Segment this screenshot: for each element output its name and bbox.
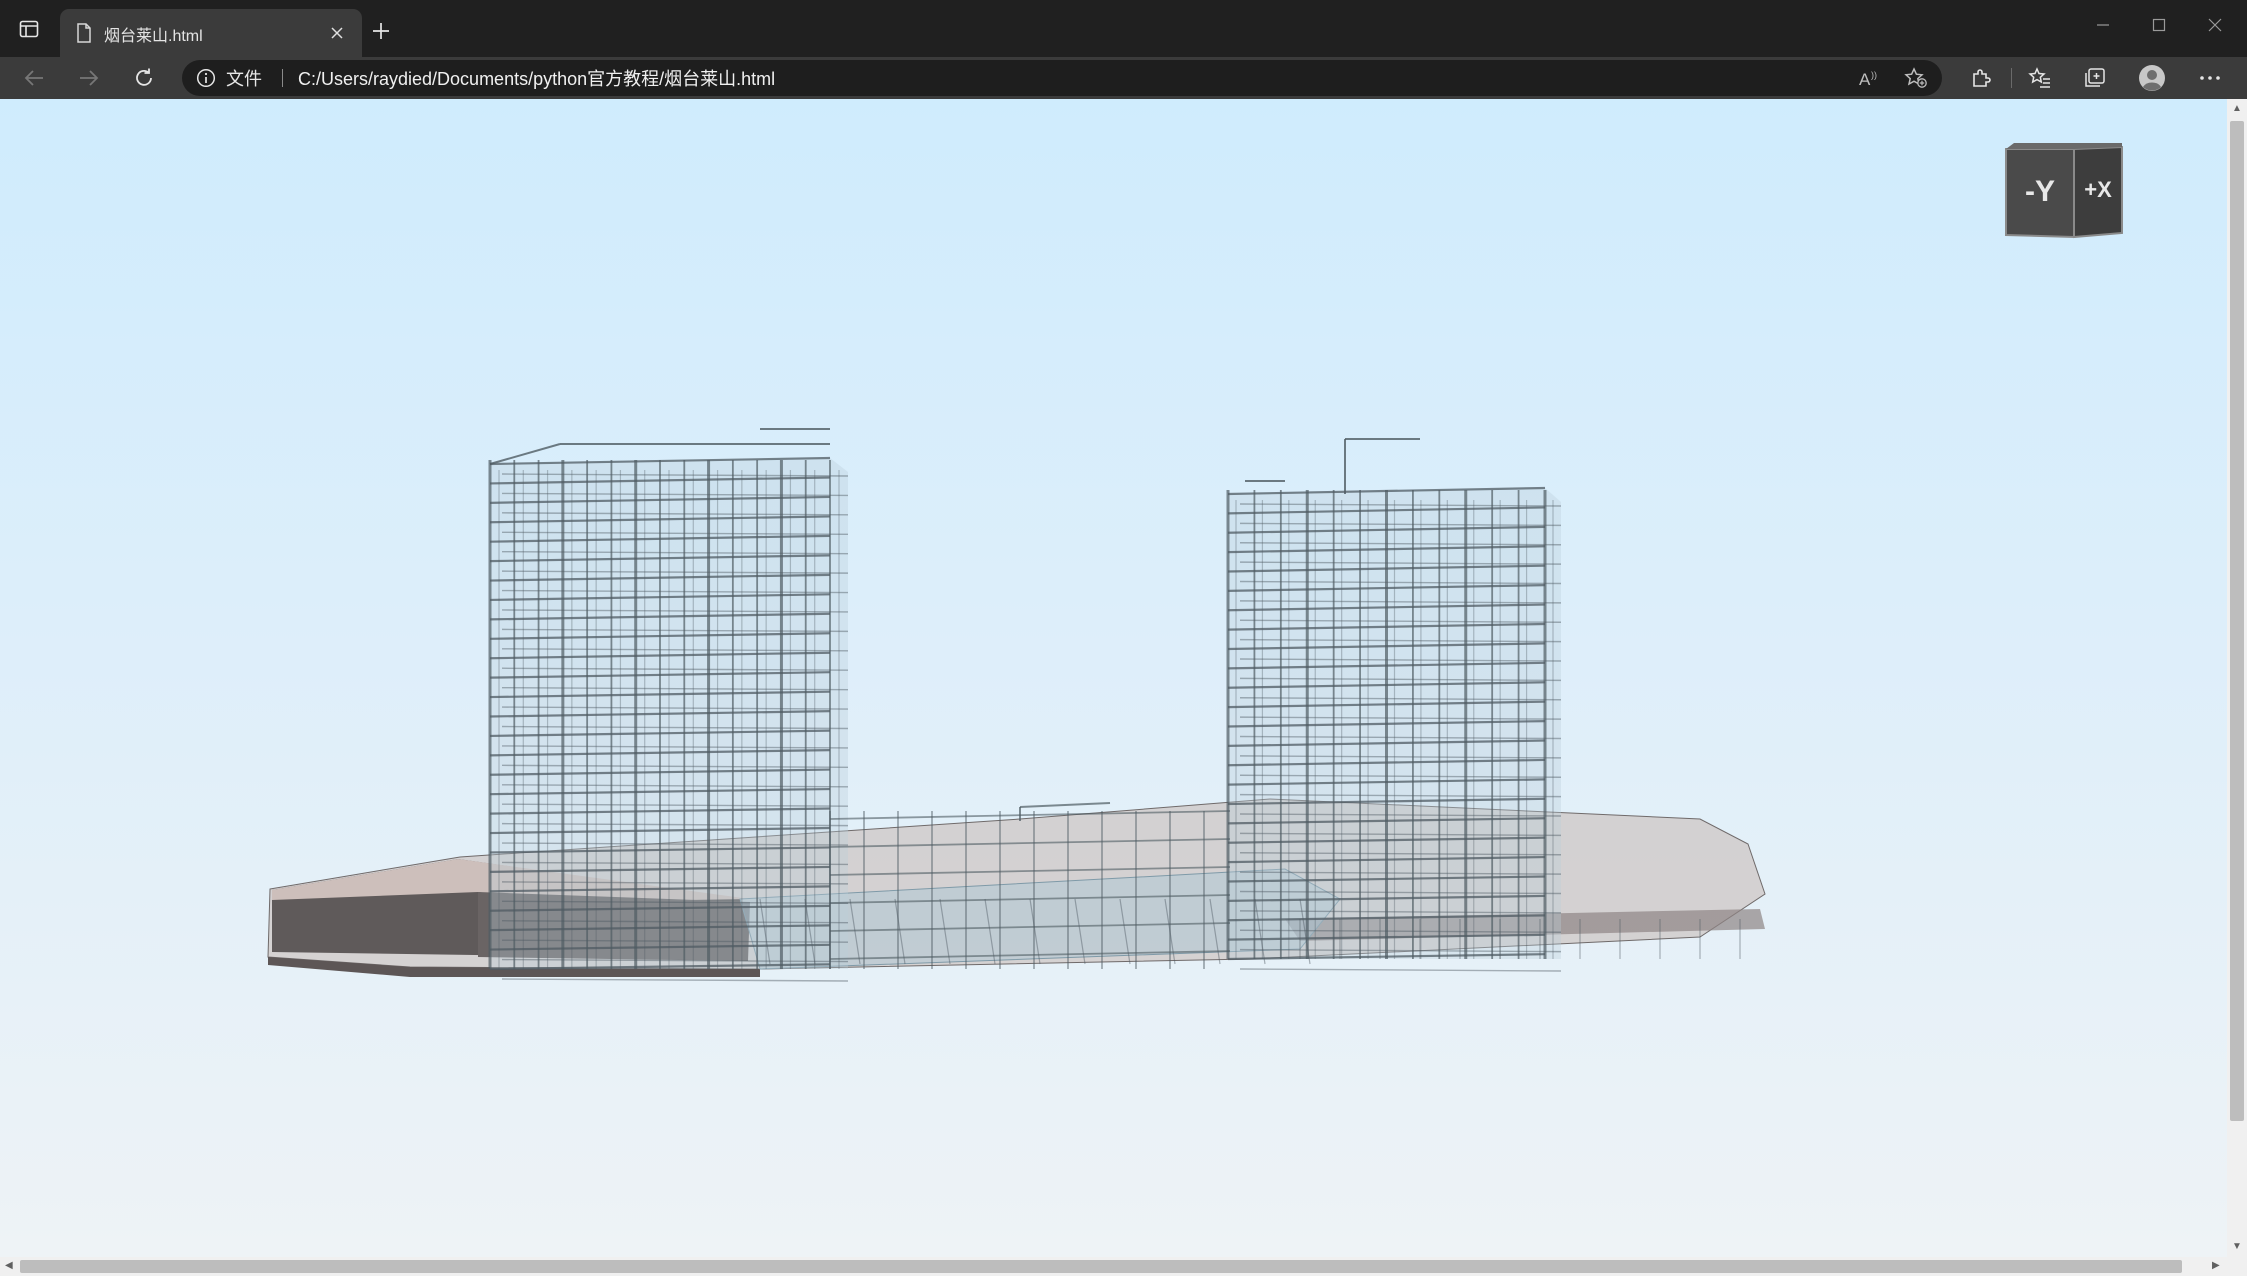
address-divider — [282, 69, 283, 87]
minimize-icon — [2097, 24, 2109, 26]
building-model[interactable] — [0, 99, 2227, 1257]
url-text[interactable]: C:/Users/raydied/Documents/python官方教程/烟台… — [298, 60, 775, 96]
view-cube-icon: -Y +X — [2005, 143, 2123, 239]
collections-button[interactable] — [2076, 60, 2114, 96]
extensions-button[interactable] — [1962, 60, 2000, 96]
star-add-icon — [1904, 67, 1927, 88]
close-window-button[interactable] — [2192, 10, 2238, 40]
tab-close-button[interactable] — [326, 22, 348, 44]
arrow-left-icon — [24, 70, 43, 86]
horizontal-scrollbar[interactable]: ◀ ▶ — [0, 1257, 2247, 1276]
collections-icon — [2085, 68, 2105, 87]
more-menu-button[interactable] — [2191, 60, 2229, 96]
horizontal-scroll-thumb[interactable] — [20, 1260, 2182, 1273]
toolbar-separator — [2011, 68, 2012, 88]
maximize-icon — [2152, 18, 2166, 32]
plus-icon — [373, 23, 389, 39]
maximize-button[interactable] — [2136, 10, 2182, 40]
vertical-scrollbar[interactable]: ▲ ▼ — [2227, 99, 2247, 1257]
vertical-scroll-thumb[interactable] — [2230, 121, 2244, 1121]
svg-text:)): )) — [1871, 70, 1877, 80]
close-icon — [2208, 18, 2222, 32]
profile-button[interactable] — [2133, 60, 2171, 96]
scroll-up-icon[interactable]: ▲ — [2232, 103, 2242, 114]
refresh-button[interactable] — [125, 60, 163, 96]
add-favorite-button[interactable] — [1900, 63, 1932, 93]
browser-toolbar: 文件 C:/Users/raydied/Documents/python官方教程… — [0, 57, 2247, 99]
svg-text:A: A — [1859, 70, 1871, 88]
page-icon — [77, 23, 91, 43]
site-label: 文件 — [226, 69, 262, 89]
scroll-left-icon[interactable]: ◀ — [5, 1260, 13, 1271]
forward-button[interactable] — [70, 60, 108, 96]
tab-actions-icon — [19, 20, 39, 38]
new-tab-button[interactable] — [366, 16, 396, 46]
back-button[interactable] — [15, 60, 53, 96]
minimize-button[interactable] — [2080, 10, 2126, 40]
model-viewport[interactable]: -Y +X — [0, 99, 2227, 1257]
tab-actions-button[interactable] — [12, 14, 46, 44]
title-bar: 烟台莱山.html — [0, 0, 2247, 57]
site-info-button[interactable]: 文件 — [196, 60, 262, 96]
close-icon — [331, 27, 343, 39]
view-cube[interactable]: -Y +X — [2004, 143, 2126, 241]
avatar — [2139, 65, 2165, 91]
tab-title: 烟台莱山.html — [104, 28, 203, 45]
address-bar[interactable]: 文件 C:/Users/raydied/Documents/python官方教程… — [182, 60, 1942, 96]
refresh-icon — [136, 68, 152, 86]
favorites-icon — [2028, 67, 2050, 88]
puzzle-icon — [1973, 69, 1991, 87]
scroll-right-icon[interactable]: ▶ — [2212, 1260, 2220, 1271]
read-aloud-button[interactable]: A )) — [1854, 63, 1886, 93]
view-cube-side-label: +X — [2084, 177, 2112, 202]
more-icon — [2200, 76, 2220, 80]
scroll-down-icon[interactable]: ▼ — [2232, 1241, 2242, 1252]
favorites-button[interactable] — [2021, 60, 2059, 96]
view-cube-front-label: -Y — [2025, 175, 2055, 208]
read-aloud-icon: A )) — [1859, 70, 1877, 88]
arrow-right-icon — [80, 70, 99, 86]
tab-active[interactable]: 烟台莱山.html — [60, 9, 362, 57]
info-icon — [196, 68, 216, 88]
